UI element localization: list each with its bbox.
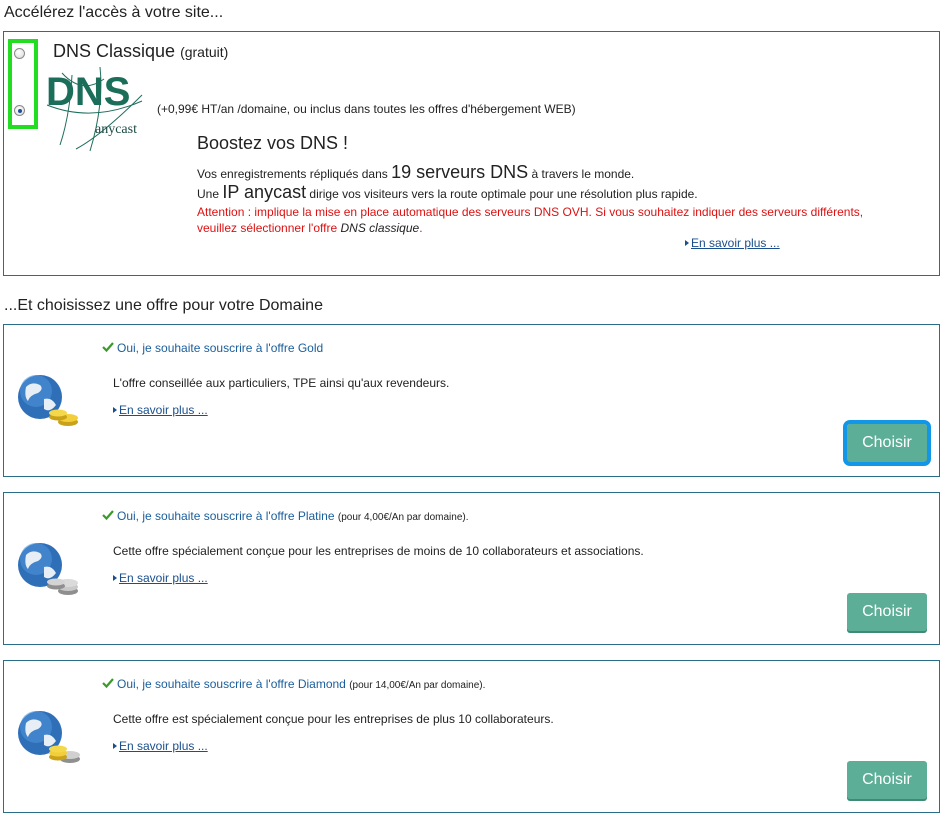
offer-diamond-panel: Oui, je souhaite souscrire à l'offre Dia…: [3, 660, 940, 813]
anycast-feature-2: Une IP anycast dirige vos visiteurs vers…: [197, 182, 698, 202]
dns-logo-text: DNS: [46, 70, 130, 114]
section-title-domain: ...Et choisissez une offre pour votre Do…: [4, 297, 323, 314]
offer-gold-learn-more-link[interactable]: En savoir plus ...: [113, 403, 208, 417]
radio-dns-classic[interactable]: [14, 48, 25, 59]
dns-classic-label[interactable]: DNS Classique (gratuit): [53, 41, 228, 62]
anycast-feature-1: Vos enregistrements répliqués dans 19 se…: [197, 162, 635, 182]
offer-gold-subscribe: Oui, je souhaite souscrire à l'offre Gol…: [117, 341, 324, 355]
choose-diamond-button[interactable]: Choisir: [847, 761, 927, 799]
globe-coins-gold-icon: [18, 375, 78, 426]
offer-gold-description: L'offre conseillée aux particuliers, TPE…: [113, 376, 450, 390]
offer-diamond-description: Cette offre est spécialement conçue pour…: [113, 712, 554, 726]
offer-platine-panel: Oui, je souhaite souscrire à l'offre Pla…: [3, 492, 940, 645]
dns-learn-more-link[interactable]: En savoir plus ...: [685, 236, 780, 250]
check-icon: [102, 510, 114, 521]
offer-platine-description: Cette offre spécialement conçue pour les…: [113, 544, 644, 558]
offer-platine-subscribe: Oui, je souhaite souscrire à l'offre Pla…: [117, 509, 469, 523]
dns-classic-free: (gratuit): [180, 44, 229, 60]
arrow-icon: [113, 407, 117, 413]
globe-coins-mixed-icon: [18, 711, 80, 763]
globe-coins-silver-icon: [18, 543, 78, 595]
dns-logo-sub: anycast: [95, 122, 137, 137]
arrow-icon: [685, 240, 689, 246]
offer-diamond-subscribe: Oui, je souhaite souscrire à l'offre Dia…: [117, 677, 486, 691]
dns-options-panel: DNS Classique (gratuit) DNS anycast (+0,…: [3, 31, 940, 276]
arrow-icon: [113, 743, 117, 749]
check-icon: [102, 342, 114, 353]
offer-platine-learn-more-link[interactable]: En savoir plus ...: [113, 571, 208, 585]
anycast-warning-2: veuillez sélectionner l'offre DNS classi…: [197, 221, 423, 235]
dns-classic-name: DNS Classique: [53, 41, 176, 61]
dns-anycast-logo-icon: DNS anycast: [46, 66, 143, 152]
boost-title: Boostez vos DNS !: [197, 133, 349, 153]
choose-platine-button[interactable]: Choisir: [847, 593, 927, 631]
radio-dns-anycast[interactable]: [14, 105, 25, 116]
section-title-speed: Accélérez l'accès à votre site...: [4, 4, 224, 21]
anycast-warning-1: Attention : implique la mise en place au…: [197, 205, 864, 219]
offer-gold-panel: Oui, je souhaite souscrire à l'offre Gol…: [3, 324, 940, 477]
check-icon: [102, 678, 114, 689]
choose-gold-button[interactable]: Choisir: [843, 420, 931, 466]
dns-anycast-logo[interactable]: DNS anycast: [42, 65, 157, 158]
offer-diamond-learn-more-link[interactable]: En savoir plus ...: [113, 739, 208, 753]
arrow-icon: [113, 575, 117, 581]
anycast-price: (+0,99€ HT/an /domaine, ou inclus dans t…: [157, 102, 576, 116]
